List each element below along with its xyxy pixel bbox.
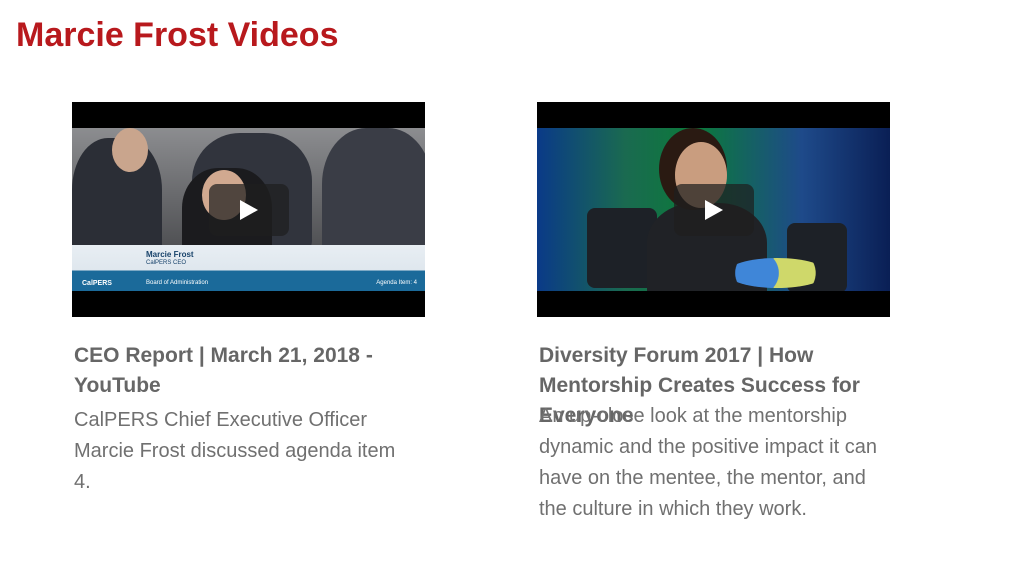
video-description: CalPERS Chief Executive Officer Marcie F… (74, 409, 396, 493)
video-description: An up-close look at the mentorship dynam… (539, 405, 877, 520)
play-button[interactable] (208, 183, 289, 236)
board-member-head (112, 128, 148, 172)
video-thumbnail[interactable]: Marcie Frost CalPERS CEO CalPERS Board o… (72, 102, 425, 317)
play-icon (704, 199, 723, 220)
overlay-role: CalPERS CEO (146, 260, 187, 266)
flower-arrangement (727, 258, 827, 288)
video-lower-third: Marcie Frost CalPERS CEO CalPERS Board o… (72, 245, 425, 291)
overlay-name: Marcie Frost (146, 250, 194, 259)
video-card-ceo-report: Marcie Frost CalPERS CEO CalPERS Board o… (72, 102, 425, 498)
page-title: Marcie Frost Videos (16, 16, 339, 54)
video-title-link[interactable]: CEO Report | March 21, 2018 - YouTube (74, 341, 419, 401)
calpers-logo: CalPERS (82, 280, 112, 287)
overlay-agenda: Agenda Item: 4 (376, 280, 417, 286)
play-icon (239, 199, 258, 220)
overlay-board: Board of Administration (146, 280, 209, 286)
video-thumbnail[interactable] (537, 102, 890, 317)
play-button[interactable] (673, 183, 754, 236)
video-card-diversity-forum: Diversity Forum 2017 | How Mentorship Cr… (537, 102, 890, 525)
